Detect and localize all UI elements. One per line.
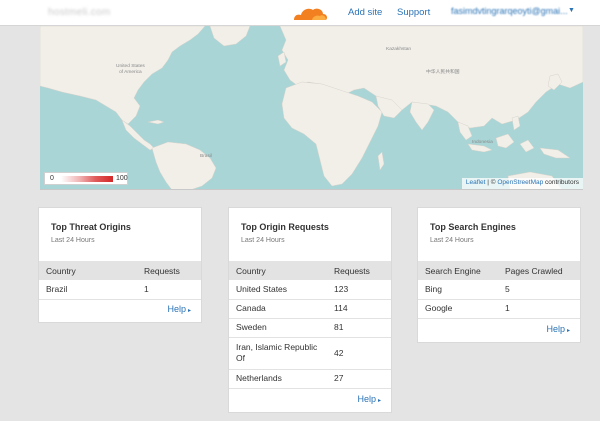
table-row: Bing 5 <box>418 280 580 300</box>
attribution-separator: | © <box>485 179 498 186</box>
help-link[interactable]: Help ▸ <box>546 324 570 334</box>
chevron-right-icon: ▸ <box>566 328 570 334</box>
map-label-usa: United States of America <box>116 64 145 75</box>
support-link[interactable]: Support <box>397 7 430 18</box>
help-label[interactable]: Help <box>167 304 186 314</box>
country-cell: Sweden <box>229 318 327 338</box>
account-menu[interactable]: fasimdvtingrarqeoyti@gmai... <box>451 6 568 16</box>
country-cell: Netherlands <box>229 369 327 389</box>
table-row: Netherlands 27 <box>229 369 391 389</box>
map-label-brazil: Brasil <box>200 154 212 159</box>
threat-origins-card: Top Threat Origins Last 24 Hours Country… <box>38 207 202 323</box>
table-row: United States 123 <box>229 280 391 300</box>
country-cell: Iran, Islamic Republic Of <box>229 337 327 370</box>
search-engines-table: Search Engine Pages Crawled Bing 5 Googl… <box>418 261 580 319</box>
map-legend: 0 100 <box>44 172 128 185</box>
map-attribution: Leaflet | © OpenStreetMap contributors <box>461 178 583 189</box>
pages-crawled-cell: 1 <box>498 299 580 319</box>
help-label[interactable]: Help <box>546 324 565 334</box>
column-header: Country <box>229 261 327 280</box>
map-label-kazakhstan: Kazakhstan <box>386 47 412 52</box>
country-cell: United States <box>229 280 327 300</box>
card-title: Top Threat Origins <box>51 222 131 232</box>
pages-crawled-cell: 5 <box>498 280 580 300</box>
requests-cell: 42 <box>327 337 391 370</box>
card-subtitle: Last 24 Hours <box>430 237 474 244</box>
help-link[interactable]: Help ▸ <box>357 394 381 404</box>
cloudflare-logo-icon[interactable] <box>290 3 330 23</box>
column-header: Requests <box>137 261 201 280</box>
threat-origins-table: Country Requests Brazil 1 <box>39 261 201 300</box>
chevron-down-icon[interactable]: ▼ <box>568 7 575 14</box>
chevron-right-icon: ▸ <box>187 308 191 314</box>
table-row: Google 1 <box>418 299 580 319</box>
legend-min-label: 0 <box>50 175 54 182</box>
search-engines-card: Top Search Engines Last 24 Hours Search … <box>417 207 581 343</box>
table-header-row: Search Engine Pages Crawled <box>418 261 580 280</box>
column-header: Country <box>39 261 137 280</box>
card-subtitle: Last 24 Hours <box>51 237 95 244</box>
requests-cell: 114 <box>327 299 391 319</box>
requests-cell: 1 <box>137 280 201 300</box>
help-label[interactable]: Help <box>357 394 376 404</box>
card-title: Top Search Engines <box>430 222 516 232</box>
table-row: Canada 114 <box>229 299 391 319</box>
map-label-indonesia: Indonesia <box>472 140 493 145</box>
leaflet-link[interactable]: Leaflet <box>466 179 486 186</box>
country-cell: Brazil <box>39 280 137 300</box>
site-name[interactable]: hostmeli.com <box>48 7 111 18</box>
map-land <box>40 26 583 189</box>
origin-requests-card: Top Origin Requests Last 24 Hours Countr… <box>228 207 392 413</box>
column-header: Requests <box>327 261 391 280</box>
column-header: Search Engine <box>418 261 498 280</box>
map-label-china: 中华人民共和国 <box>426 70 460 75</box>
table-row: Iran, Islamic Republic Of 42 <box>229 337 391 370</box>
help-link[interactable]: Help ▸ <box>167 304 191 314</box>
add-site-link[interactable]: Add site <box>348 7 382 18</box>
requests-cell: 123 <box>327 280 391 300</box>
requests-cell: 27 <box>327 369 391 389</box>
country-cell: Canada <box>229 299 327 319</box>
legend-color-scale <box>61 176 113 182</box>
requests-cell: 81 <box>327 318 391 338</box>
table-header-row: Country Requests <box>229 261 391 280</box>
table-row: Brazil 1 <box>39 280 201 300</box>
table-header-row: Country Requests <box>39 261 201 280</box>
card-title: Top Origin Requests <box>241 222 329 232</box>
card-subtitle: Last 24 Hours <box>241 237 285 244</box>
origin-requests-table: Country Requests United States 123 Canad… <box>229 261 391 389</box>
table-row: Sweden 81 <box>229 318 391 338</box>
legend-max-label: 100 <box>116 175 128 182</box>
engine-cell: Google <box>418 299 498 319</box>
engine-cell: Bing <box>418 280 498 300</box>
openstreetmap-link[interactable]: OpenStreetMap <box>497 179 543 186</box>
world-map[interactable]: United States of America Kazakhstan 中华人民… <box>40 26 583 190</box>
chevron-right-icon: ▸ <box>377 398 381 404</box>
column-header: Pages Crawled <box>498 261 580 280</box>
attribution-suffix: contributors <box>543 179 579 186</box>
top-nav: hostmeli.com Add site Support fasimdvtin… <box>0 0 600 26</box>
